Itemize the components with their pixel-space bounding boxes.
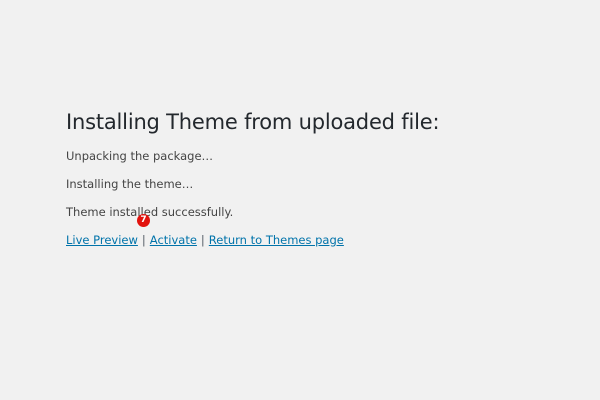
live-preview-link[interactable]: Live Preview: [66, 233, 138, 247]
install-panel: Installing Theme from uploaded file: Unp…: [66, 108, 586, 247]
step-number-badge: 7: [137, 214, 150, 227]
separator: |: [200, 233, 205, 247]
separator: |: [141, 233, 146, 247]
log-line-unpacking: Unpacking the package…: [66, 149, 214, 163]
activate-link[interactable]: Activate: [150, 233, 197, 247]
theme-actions: 7 Live Preview | Activate | Return to Themes…: [66, 214, 586, 247]
return-to-themes-link[interactable]: Return to Themes page: [209, 233, 344, 247]
install-log: Unpacking the package… Installing the th…: [66, 149, 586, 219]
page-title: Installing Theme from uploaded file:: [66, 110, 440, 134]
log-line-installing: Installing the theme…: [66, 177, 194, 191]
